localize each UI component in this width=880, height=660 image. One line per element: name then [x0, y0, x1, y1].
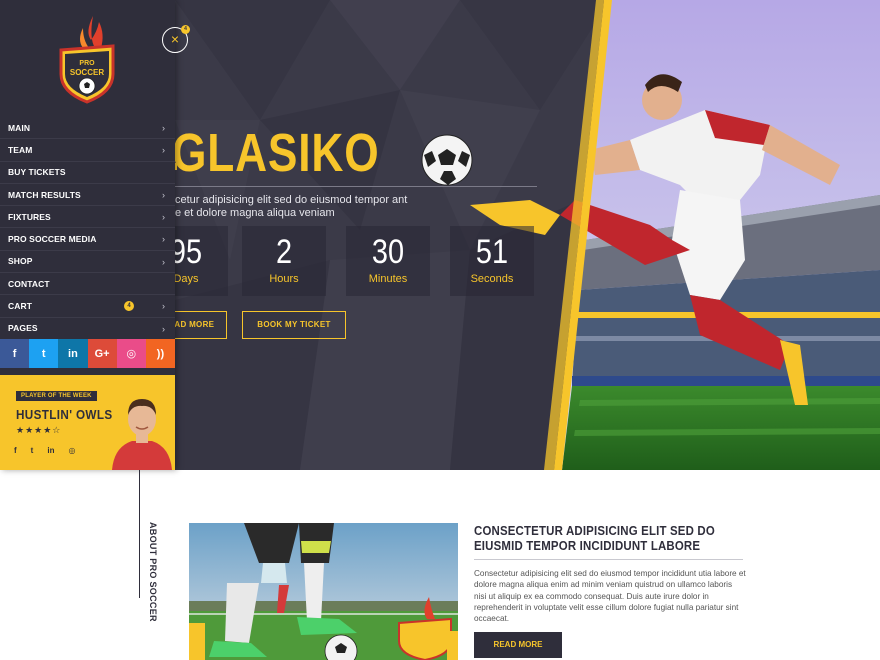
facebook-icon[interactable]: f: [14, 446, 17, 455]
menu-item-label: CART: [8, 301, 33, 312]
countdown-value: 51: [475, 233, 509, 271]
menu-item-contact[interactable]: CONTACT: [0, 273, 175, 296]
menu-item-match-results[interactable]: MATCH RESULTS ›: [0, 184, 175, 207]
about-section-label: ABOUT PRO SOCCER: [148, 522, 158, 622]
side-navigation: PRO SOCCER MAIN › TEAM › BUY TICKETS MATCH…: [0, 0, 176, 470]
menu-item-pro-soccer-media[interactable]: PRO SOCCER MEDIA ›: [0, 228, 175, 251]
rss-icon[interactable]: )): [145, 339, 176, 368]
pro-soccer-logo[interactable]: PRO SOCCER: [55, 14, 121, 104]
logo-text-bottom: SOCCER: [70, 68, 104, 77]
book-ticket-button[interactable]: BOOK MY TICKET: [242, 311, 346, 339]
menu-item-label: MATCH RESULTS: [8, 189, 81, 200]
menu-item-team[interactable]: TEAM ›: [0, 139, 175, 162]
twitter-icon[interactable]: t: [29, 339, 59, 368]
player-avatar: [112, 399, 172, 470]
menu-item-shop[interactable]: SHOP ›: [0, 251, 175, 274]
chevron-right-icon: ›: [162, 189, 165, 200]
menu-item-fixtures[interactable]: FIXTURES ›: [0, 206, 175, 229]
notification-badge: 4: [181, 25, 190, 34]
about-vertical-line: [139, 470, 140, 598]
countdown-value: 2: [275, 233, 293, 271]
menu-item-buy-tickets[interactable]: BUY TICKETS: [0, 162, 175, 184]
main-menu: MAIN › TEAM › BUY TICKETS MATCH RESULTS › F…: [0, 117, 175, 340]
chevron-right-icon: ›: [162, 256, 165, 267]
menu-item-label: PAGES: [8, 323, 38, 334]
cart-count-badge: 4: [124, 301, 134, 312]
countdown-seconds: 51 Seconds: [450, 226, 534, 296]
logo-text-top: PRO: [79, 60, 95, 67]
linkedin-icon[interactable]: in: [58, 339, 88, 368]
player-of-the-week-card: PLAYER OF THE WEEK HUSTLIN' OWLS ★★★★☆ f…: [0, 375, 175, 470]
about-soccer-image: [189, 523, 458, 660]
countdown-label: Hours: [269, 273, 299, 285]
social-links-bar: f t in G+ ◎ )): [0, 339, 176, 368]
menu-item-label: TEAM: [8, 144, 33, 155]
menu-item-label: BUY TICKETS: [8, 167, 66, 178]
player-of-week-tag: PLAYER OF THE WEEK: [16, 391, 97, 401]
chevron-right-icon: ›: [162, 145, 165, 156]
countdown-value: 30: [371, 233, 405, 271]
menu-item-label: CONTACT: [8, 278, 50, 289]
menu-item-label: PRO SOCCER MEDIA: [8, 234, 97, 245]
countdown-minutes: 30 Minutes: [346, 226, 430, 296]
hero-divider: [175, 186, 537, 187]
google-plus-icon[interactable]: G+: [87, 339, 117, 368]
chevron-right-icon: ›: [162, 123, 165, 133]
dribbble-icon[interactable]: ◎: [68, 446, 75, 455]
soccer-ball-icon: [421, 134, 473, 186]
star-rating: ★★★★☆: [16, 425, 62, 435]
close-icon: ×: [170, 31, 180, 47]
hero-description: cetur adipisicing elit sed do eiusmod te…: [175, 194, 408, 219]
menu-item-label: FIXTURES: [8, 211, 51, 222]
about-heading: CONSECTETUR ADIPISICING ELIT SED DO EIUS…: [474, 523, 715, 553]
about-read-more-button[interactable]: READ MORE: [474, 632, 562, 658]
linkedin-icon[interactable]: in: [47, 446, 54, 455]
menu-item-cart[interactable]: CART 4 ›: [0, 295, 175, 318]
player-social-links: f t in ◎: [14, 446, 75, 455]
countdown-label: Minutes: [368, 273, 408, 285]
chevron-right-icon: ›: [162, 212, 165, 223]
chevron-right-icon: ›: [162, 301, 165, 312]
player-name[interactable]: HUSTLIN' OWLS: [16, 407, 113, 422]
countdown-label: Seconds: [470, 273, 514, 285]
menu-item-label: MAIN: [8, 122, 31, 133]
countdown-hours: 2 Hours: [242, 226, 326, 296]
menu-item-main[interactable]: MAIN ›: [0, 117, 175, 140]
chevron-right-icon: ›: [162, 234, 165, 245]
dribbble-icon[interactable]: ◎: [116, 339, 146, 368]
about-body-text: Consectetur adipisicing elit sed do eius…: [474, 569, 746, 624]
chevron-right-icon: ›: [162, 323, 165, 334]
facebook-icon[interactable]: f: [0, 339, 30, 368]
menu-item-label: SHOP: [8, 256, 33, 267]
hero-title: GLASIKO: [172, 123, 380, 183]
menu-item-pages[interactable]: PAGES ›: [0, 318, 175, 340]
about-divider: [474, 559, 743, 560]
twitter-icon[interactable]: t: [31, 446, 34, 455]
